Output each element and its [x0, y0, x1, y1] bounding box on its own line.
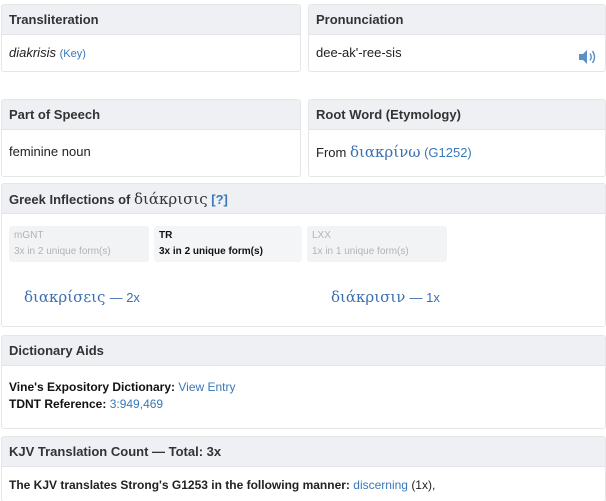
root-word-greek-link[interactable]: διακρίνω	[350, 143, 420, 161]
part-of-speech-value: feminine noun	[9, 144, 91, 159]
key-link[interactable]: (Key)	[60, 48, 86, 60]
kjv-translation-panel: KJV Translation Count — Total: 3x The KJ…	[1, 436, 606, 501]
tab-lxx[interactable]: LXX 1x in 1 unique form(s)	[307, 226, 447, 262]
dictionary-aids-header: Dictionary Aids	[2, 336, 605, 366]
transliteration-panel: Transliteration diakrisis (Key)	[1, 4, 301, 72]
inflection-form[interactable]: διάκρισιν — 1x	[331, 288, 440, 306]
tab-tr-count: 3x in 2 unique form(s)	[159, 246, 263, 257]
transliteration-body: diakrisis (Key)	[2, 35, 300, 71]
tab-lxx-name: LXX	[312, 230, 331, 241]
tdnt-line: TDNT Reference: 3:949,469	[9, 396, 605, 413]
pronunciation-panel: Pronunciation dee-ak'-ree-sis	[308, 4, 606, 72]
tab-mgnt[interactable]: mGNT 3x in 2 unique form(s)	[9, 226, 149, 262]
inflection-form[interactable]: διακρίσεις — 2x	[24, 288, 140, 306]
speaker-icon[interactable]	[576, 47, 598, 67]
inflection-form-count: — 1x	[409, 290, 440, 305]
tab-tr-name: TR	[159, 230, 173, 241]
transliteration-header: Transliteration	[2, 5, 300, 35]
dictionary-aids-body: Vine's Expository Dictionary: View Entry…	[2, 366, 605, 413]
vines-label: Vine's Expository Dictionary:	[9, 380, 176, 394]
root-word-prefix: From	[316, 145, 347, 160]
kjv-count-suffix: (1x),	[411, 478, 436, 492]
transliteration-value: diakrisis	[9, 45, 56, 60]
part-of-speech-panel: Part of Speech feminine noun	[1, 99, 301, 177]
kjv-discerning-link[interactable]: discerning	[353, 478, 408, 492]
root-word-body: From διακρίνω (G1252)	[309, 130, 605, 176]
inflections-header-prefix: Greek Inflections of	[9, 192, 131, 207]
pronunciation-body: dee-ak'-ree-sis	[309, 35, 605, 71]
inflection-form-word: διακρίσεις	[24, 288, 106, 306]
dictionary-aids-panel: Dictionary Aids Vine's Expository Dictio…	[1, 335, 606, 429]
pronunciation-value: dee-ak'-ree-sis	[316, 45, 402, 60]
greek-inflections-header: Greek Inflections of διάκρισις [?]	[2, 184, 605, 214]
tab-tr[interactable]: TR 3x in 2 unique form(s)	[154, 226, 302, 262]
tdnt-reference-link[interactable]: 3:949,469	[110, 397, 163, 411]
tab-lxx-count: 1x in 1 unique form(s)	[312, 246, 409, 257]
kjv-text: The KJV translates Strong's G1253 in the…	[9, 478, 350, 492]
part-of-speech-header: Part of Speech	[2, 100, 300, 130]
vines-view-entry-link[interactable]: View Entry	[178, 380, 235, 394]
pronunciation-header: Pronunciation	[309, 5, 605, 35]
tdnt-label: TDNT Reference:	[9, 397, 107, 411]
tab-mgnt-count: 3x in 2 unique form(s)	[14, 246, 111, 257]
inflection-form-count: — 2x	[109, 290, 140, 305]
inflection-form-word: διάκρισιν	[331, 288, 406, 306]
root-word-panel: Root Word (Etymology) From διακρίνω (G12…	[308, 99, 606, 177]
greek-inflections-panel: Greek Inflections of διάκρισις [?] mGNT …	[1, 183, 606, 327]
vines-line: Vine's Expository Dictionary: View Entry	[9, 379, 605, 396]
root-word-header: Root Word (Etymology)	[309, 100, 605, 130]
kjv-body: The KJV translates Strong's G1253 in the…	[2, 467, 605, 492]
inflections-header-word: διάκρισις	[134, 190, 208, 208]
help-link[interactable]: [?]	[211, 192, 228, 207]
root-word-strongs-link[interactable]: (G1252)	[424, 145, 472, 160]
tab-mgnt-name: mGNT	[14, 230, 44, 241]
kjv-header: KJV Translation Count — Total: 3x	[2, 437, 605, 467]
